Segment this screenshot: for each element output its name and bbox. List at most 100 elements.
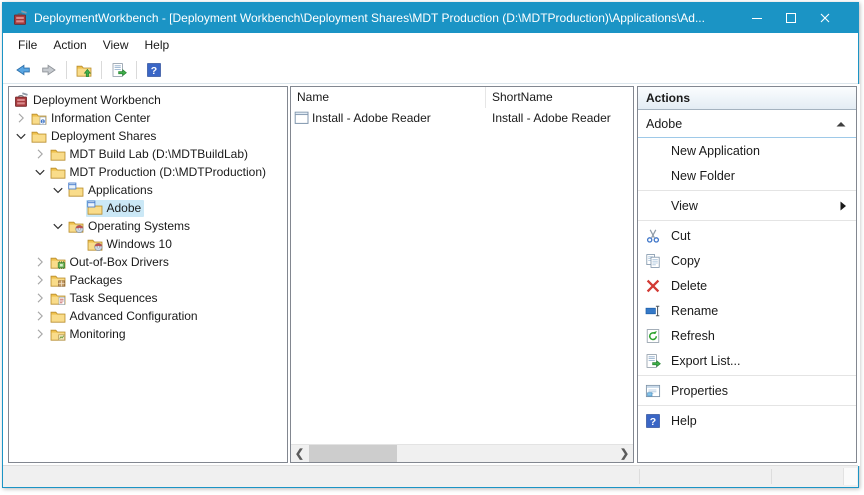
help-button[interactable]: ? [141, 58, 167, 81]
tree-item-label: Task Sequences [70, 291, 158, 305]
action-view[interactable]: View [638, 193, 856, 218]
back-button[interactable] [10, 58, 36, 81]
tree-item-advanced-configuration[interactable]: Advanced Configuration [9, 307, 287, 325]
action-cut[interactable]: Cut [638, 223, 856, 248]
menu-action[interactable]: Action [45, 35, 94, 55]
action-copy[interactable]: Copy [638, 248, 856, 273]
actions-pane-title: Actions [638, 87, 856, 110]
console-tree-pane: Deployment WorkbenchInformation Center De… [8, 86, 288, 463]
list-cell-shortname: Install - Adobe Reader [486, 111, 611, 125]
resize-grip[interactable] [843, 468, 857, 485]
maximize-button[interactable] [774, 3, 808, 33]
rename-icon [645, 303, 661, 319]
folder-app-icon [87, 200, 103, 216]
tree-item-packages[interactable]: Packages [9, 271, 287, 289]
action-rename[interactable]: Rename [638, 298, 856, 323]
actions-separator [638, 190, 856, 191]
chevron-expanded-icon[interactable] [49, 218, 67, 234]
actions-group-label: Adobe [646, 117, 682, 131]
copy-icon [645, 253, 661, 269]
actions-group-adobe[interactable]: Adobe [638, 110, 856, 138]
chevron-collapsed-icon[interactable] [31, 254, 49, 270]
tree-item-operating-systems[interactable]: Operating Systems [9, 217, 287, 235]
folder-icon [31, 128, 47, 144]
action-new-folder[interactable]: New Folder [638, 163, 856, 188]
chevron-collapsed-icon[interactable] [12, 110, 30, 126]
tree-item-adobe[interactable]: Adobe [9, 199, 287, 217]
menu-file[interactable]: File [10, 35, 45, 55]
tree-item-deployment-workbench[interactable]: Deployment Workbench [9, 91, 287, 109]
menu-bar: FileActionViewHelp [3, 33, 858, 56]
tree-item-label: Operating Systems [88, 219, 190, 233]
action-label: Export List... [671, 354, 740, 368]
menu-help[interactable]: Help [137, 35, 178, 55]
properties-icon [645, 383, 661, 399]
action-label: Rename [671, 304, 718, 318]
list-header: Name ShortName [291, 87, 633, 108]
list-row-install-adobe-reader[interactable]: Install - Adobe Reader Install - Adobe Re… [291, 108, 633, 127]
status-bar-divider [771, 469, 772, 484]
folder-os-icon [87, 236, 103, 252]
toolbar: ? [3, 56, 858, 84]
chevron-collapsed-icon[interactable] [31, 272, 49, 288]
forward-button[interactable] [36, 58, 62, 81]
action-delete[interactable]: Delete [638, 273, 856, 298]
minimize-button[interactable] [740, 3, 774, 33]
action-label: New Application [671, 144, 760, 158]
chevron-collapsed-icon[interactable] [31, 146, 49, 162]
collapse-group-icon[interactable] [835, 118, 847, 130]
chevron-collapsed-icon[interactable] [31, 326, 49, 342]
chevron-collapsed-icon[interactable] [31, 308, 49, 324]
chevron-collapsed-icon[interactable] [31, 290, 49, 306]
tree-item-deployment-shares[interactable]: Deployment Shares [9, 127, 287, 145]
export-list-button[interactable] [106, 58, 132, 81]
help-icon: ? [645, 413, 661, 429]
up-one-level-button[interactable] [71, 58, 97, 81]
content-area: Deployment WorkbenchInformation Center De… [3, 84, 860, 466]
tree-item-monitoring[interactable]: Monitoring [9, 325, 287, 343]
action-help[interactable]: ? Help [638, 408, 856, 433]
tree-item-out-of-box-drivers[interactable]: Out-of-Box Drivers [9, 253, 287, 271]
action-new-application[interactable]: New Application [638, 138, 856, 163]
tree-item-label: Deployment Shares [51, 129, 156, 143]
delete-icon [645, 278, 661, 294]
tree-item-information-center[interactable]: Information Center [9, 109, 287, 127]
action-label: Help [671, 414, 697, 428]
action-refresh[interactable]: Refresh [638, 323, 856, 348]
chevron-expanded-icon[interactable] [12, 128, 30, 144]
horizontal-scrollbar[interactable]: ❮ ❯ [291, 444, 633, 462]
submenu-arrow-icon [837, 200, 849, 212]
action-label: Cut [671, 229, 690, 243]
icon-placeholder [645, 143, 661, 159]
icon-placeholder [645, 168, 661, 184]
tree-item-label: Adobe [107, 201, 142, 215]
chevron-placeholder [68, 236, 86, 252]
close-button[interactable] [808, 3, 842, 33]
app-icon [12, 10, 28, 26]
folder-driver-icon [50, 254, 66, 270]
chevron-placeholder [68, 200, 86, 216]
folder-os-icon [68, 218, 84, 234]
action-properties[interactable]: Properties [638, 378, 856, 403]
tree-item-mdt-build-lab-d-mdtbuildlab[interactable]: MDT Build Lab (D:\MDTBuildLab) [9, 145, 287, 163]
folder-icon [50, 146, 66, 162]
cut-icon [645, 228, 661, 244]
tree-item-mdt-production-d-mdtproduction[interactable]: MDT Production (D:\MDTProduction) [9, 163, 287, 181]
tree-item-applications[interactable]: Applications [9, 181, 287, 199]
action-export-list[interactable]: Export List... [638, 348, 856, 373]
chevron-expanded-icon[interactable] [49, 182, 67, 198]
tree-item-windows-10[interactable]: Windows 10 [9, 235, 287, 253]
action-label: Refresh [671, 329, 715, 343]
column-header-shortname[interactable]: ShortName [486, 87, 553, 108]
column-header-name[interactable]: Name [291, 87, 486, 108]
menu-view[interactable]: View [95, 35, 137, 55]
scroll-right-arrow[interactable]: ❯ [616, 445, 633, 462]
chevron-expanded-icon[interactable] [31, 164, 49, 180]
list-cell-name: Install - Adobe Reader [312, 111, 431, 125]
scrollbar-thumb[interactable] [309, 445, 397, 462]
scroll-left-arrow[interactable]: ❮ [291, 445, 308, 462]
tree-item-task-sequences[interactable]: Task Sequences [9, 289, 287, 307]
actions-separator [638, 375, 856, 376]
action-label: New Folder [671, 169, 735, 183]
export-list-icon [111, 62, 127, 78]
